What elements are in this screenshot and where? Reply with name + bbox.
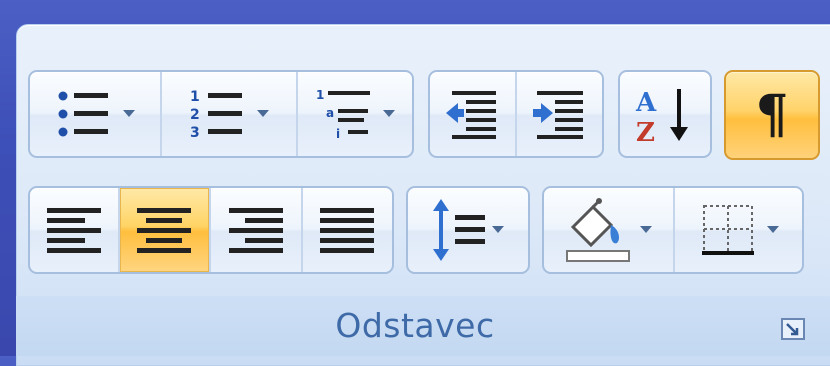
svg-text:Z: Z <box>636 118 655 147</box>
svg-text:1: 1 <box>316 88 324 102</box>
justify-button[interactable] <box>303 188 392 272</box>
decrease-indent-icon <box>445 91 496 139</box>
bullets-icon <box>58 91 108 137</box>
numbering-icon: 1 2 3 <box>190 89 242 141</box>
numbering-button[interactable]: 1 2 3 <box>162 72 298 156</box>
line-spacing-icon <box>433 199 485 261</box>
line-spacing-group <box>406 186 530 274</box>
dialog-launcher-icon <box>781 318 805 340</box>
svg-text:a: a <box>326 106 334 120</box>
chevron-down-icon[interactable] <box>256 109 270 119</box>
svg-text:3: 3 <box>190 125 200 141</box>
dialog-launcher-button[interactable] <box>778 315 808 343</box>
svg-text:i: i <box>336 127 340 141</box>
show-formatting-marks-button[interactable]: ¶ <box>724 70 820 160</box>
svg-text:1: 1 <box>190 89 200 105</box>
pilcrow-icon: ¶ <box>755 84 789 145</box>
multilevel-list-icon: 1 a i <box>316 88 370 141</box>
increase-indent-button[interactable] <box>517 72 602 156</box>
sort-button[interactable]: A Z <box>620 72 710 156</box>
chevron-down-icon[interactable] <box>122 109 136 119</box>
align-center-icon <box>137 208 192 253</box>
justify-icon <box>320 208 375 253</box>
svg-text:A: A <box>635 88 657 118</box>
increase-indent-icon <box>532 91 583 139</box>
shading-borders-group <box>542 186 804 274</box>
chevron-down-icon[interactable] <box>491 225 505 235</box>
svg-text:2: 2 <box>190 107 200 123</box>
paint-bucket-icon <box>565 198 630 262</box>
sort-group: A Z <box>618 70 712 158</box>
align-left-icon <box>46 208 101 253</box>
bullets-button[interactable] <box>30 72 162 156</box>
chevron-down-icon[interactable] <box>766 225 780 235</box>
line-spacing-button[interactable] <box>408 188 528 272</box>
align-right-button[interactable] <box>211 188 303 272</box>
alignment-group <box>28 186 394 274</box>
decrease-indent-button[interactable] <box>430 72 517 156</box>
borders-button[interactable] <box>675 188 802 272</box>
chevron-down-icon[interactable] <box>639 225 653 235</box>
chevron-down-icon[interactable] <box>382 109 396 119</box>
multilevel-list-button[interactable]: 1 a i <box>298 72 412 156</box>
group-label: Odstavec <box>335 306 495 345</box>
align-center-button[interactable] <box>119 188 212 272</box>
list-group: 1 2 3 1 a i <box>28 70 414 158</box>
sort-az-icon: A Z <box>635 88 688 147</box>
indent-group <box>428 70 604 158</box>
borders-icon <box>701 205 754 255</box>
align-left-button[interactable] <box>30 188 120 272</box>
align-right-icon <box>228 208 283 253</box>
shading-button[interactable] <box>544 188 675 272</box>
